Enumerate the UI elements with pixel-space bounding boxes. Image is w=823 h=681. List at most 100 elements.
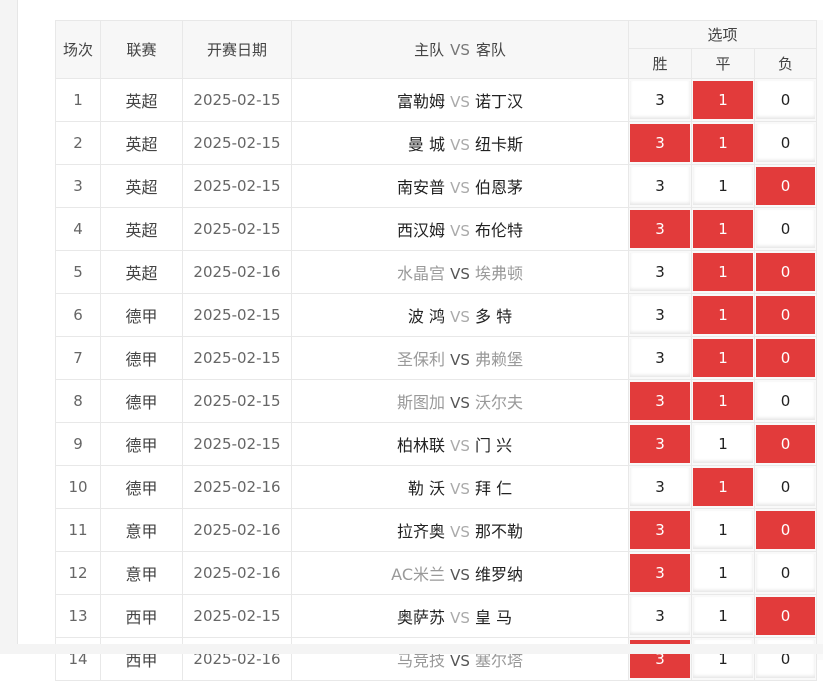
match-date: 2025-02-16 [182,250,292,294]
home-team: 西汉姆 [396,221,445,240]
option-draw-button[interactable]: 1 [693,425,753,463]
option-win-cell[interactable]: 3 [628,164,692,208]
option-win-cell[interactable]: 3 [628,293,692,337]
option-win-cell[interactable]: 3 [628,422,692,466]
vs-label: VS [450,480,470,498]
match-row: 8 德甲 2025-02-15 斯图加 VS 沃尔夫 3 1 0 [55,379,817,423]
away-team: 门 兴 [475,436,513,455]
league-name: 意甲 [100,508,183,552]
option-draw-button[interactable]: 1 [693,81,753,119]
vs-label: VS [450,222,470,240]
option-draw-cell[interactable]: 1 [691,164,755,208]
option-draw-button[interactable]: 1 [693,210,753,248]
option-lose-cell[interactable]: 0 [754,422,817,466]
option-win-button[interactable]: 3 [630,167,690,205]
option-draw-cell[interactable]: 1 [691,336,755,380]
option-lose-cell[interactable]: 0 [754,336,817,380]
option-lose-button[interactable]: 0 [756,339,815,377]
option-draw-button[interactable]: 1 [693,554,753,592]
option-win-cell[interactable]: 3 [628,508,692,552]
option-win-cell[interactable]: 3 [628,207,692,251]
option-lose-button[interactable]: 0 [756,382,815,420]
option-draw-button[interactable]: 1 [693,167,753,205]
away-team: 拜 仁 [475,479,513,498]
match-date: 2025-02-15 [182,164,292,208]
vs-label: VS [450,523,470,541]
option-lose-cell[interactable]: 0 [754,121,817,165]
option-win-cell[interactable]: 3 [628,379,692,423]
option-lose-button[interactable]: 0 [756,468,815,506]
option-win-button[interactable]: 3 [630,511,690,549]
option-lose-button[interactable]: 0 [756,167,815,205]
option-win-button[interactable]: 3 [630,296,690,334]
col-header-win: 胜 [628,48,692,79]
option-lose-cell[interactable]: 0 [754,379,817,423]
option-draw-cell[interactable]: 1 [691,121,755,165]
option-win-button[interactable]: 3 [630,339,690,377]
option-draw-cell[interactable]: 1 [691,422,755,466]
option-win-button[interactable]: 3 [630,468,690,506]
option-win-cell[interactable]: 3 [628,250,692,294]
option-draw-button[interactable]: 1 [693,382,753,420]
option-lose-cell[interactable]: 0 [754,508,817,552]
option-lose-cell[interactable]: 0 [754,594,817,638]
option-lose-cell[interactable]: 0 [754,250,817,294]
option-draw-button[interactable]: 1 [693,511,753,549]
option-lose-button[interactable]: 0 [756,210,815,248]
option-draw-button[interactable]: 1 [693,296,753,334]
option-win-button[interactable]: 3 [630,597,690,635]
option-lose-button[interactable]: 0 [756,597,815,635]
option-win-cell[interactable]: 3 [628,78,692,122]
option-win-cell[interactable]: 3 [628,121,692,165]
option-win-button[interactable]: 3 [630,81,690,119]
option-draw-button[interactable]: 1 [693,339,753,377]
option-draw-cell[interactable]: 1 [691,207,755,251]
away-team: 多 特 [475,307,513,326]
option-lose-cell[interactable]: 0 [754,207,817,251]
option-lose-button[interactable]: 0 [756,296,815,334]
match-date: 2025-02-15 [182,293,292,337]
option-draw-cell[interactable]: 1 [691,78,755,122]
option-lose-cell[interactable]: 0 [754,293,817,337]
option-draw-button[interactable]: 1 [693,124,753,162]
option-win-button[interactable]: 3 [630,253,690,291]
option-lose-button[interactable]: 0 [756,425,815,463]
option-lose-button[interactable]: 0 [756,124,815,162]
away-team: 纽卡斯 [475,135,524,154]
away-team: 维罗纳 [475,565,524,584]
option-draw-cell[interactable]: 1 [691,465,755,509]
option-win-cell[interactable]: 3 [628,336,692,380]
option-lose-button[interactable]: 0 [756,253,815,291]
option-draw-cell[interactable]: 1 [691,293,755,337]
option-draw-button[interactable]: 1 [693,253,753,291]
option-win-button[interactable]: 3 [630,124,690,162]
match-row: 2 英超 2025-02-15 曼 城 VS 纽卡斯 3 1 0 [55,121,817,165]
option-draw-cell[interactable]: 1 [691,508,755,552]
option-draw-cell[interactable]: 1 [691,250,755,294]
league-name: 西甲 [100,594,183,638]
option-draw-cell[interactable]: 1 [691,551,755,595]
option-draw-cell[interactable]: 1 [691,594,755,638]
option-win-cell[interactable]: 3 [628,465,692,509]
option-lose-button[interactable]: 0 [756,511,815,549]
option-win-button[interactable]: 3 [630,425,690,463]
option-win-button[interactable]: 3 [630,210,690,248]
option-lose-cell[interactable]: 0 [754,78,817,122]
option-draw-button[interactable]: 1 [693,597,753,635]
option-lose-button[interactable]: 0 [756,81,815,119]
option-win-button[interactable]: 3 [630,382,690,420]
option-lose-cell[interactable]: 0 [754,551,817,595]
option-draw-cell[interactable]: 1 [691,379,755,423]
vs-label: VS [450,652,470,670]
option-win-cell[interactable]: 3 [628,551,692,595]
option-lose-cell[interactable]: 0 [754,164,817,208]
match-row: 4 英超 2025-02-15 西汉姆 VS 布伦特 3 1 0 [55,207,817,251]
option-win-cell[interactable]: 3 [628,594,692,638]
option-win-button[interactable]: 3 [630,554,690,592]
match-index: 5 [55,250,101,294]
match-rows: 1 英超 2025-02-15 富勒姆 VS 诺丁汉 3 1 0 2 英超 2025-02-15 曼 城… [55,78,817,681]
option-lose-button[interactable]: 0 [756,554,815,592]
option-lose-cell[interactable]: 0 [754,465,817,509]
match-index: 10 [55,465,101,509]
option-draw-button[interactable]: 1 [693,468,753,506]
